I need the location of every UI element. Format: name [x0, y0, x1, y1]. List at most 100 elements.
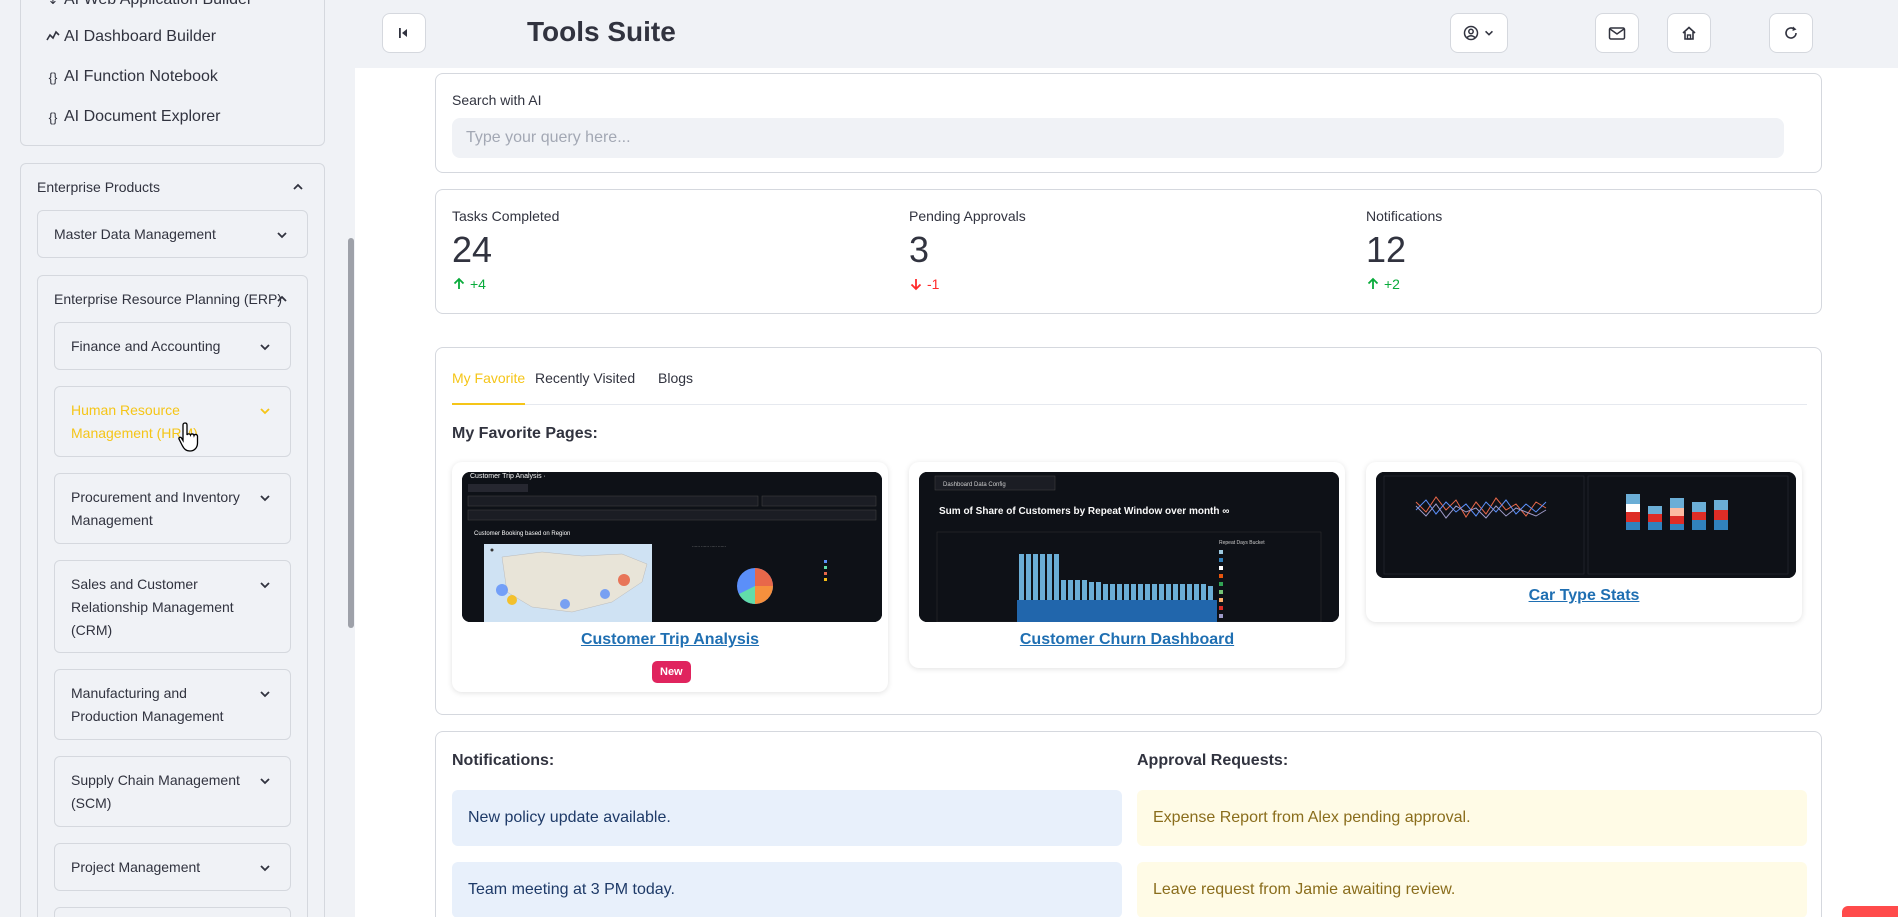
- search-card: Search with AI: [435, 73, 1822, 173]
- chevron-down-icon: [258, 491, 272, 505]
- thumbnail-customer-churn-dashboard[interactable]: Dashboard Data Config Sum of Share of Cu…: [919, 472, 1339, 622]
- sidebar-link-ai-document-explorer[interactable]: {} AI Document Explorer: [46, 108, 221, 126]
- metric-delta: +2: [1366, 276, 1442, 292]
- master-data-management-expander[interactable]: Master Data Management: [37, 210, 308, 258]
- expander-label: Supply Chain Management (SCM): [71, 772, 240, 811]
- braces-icon: {}: [48, 69, 58, 85]
- search-label: Search with AI: [452, 92, 542, 108]
- favorite-card: Customer Trip Analysis · Customer Bookin…: [452, 462, 888, 692]
- metric-delta-value: +4: [470, 276, 486, 292]
- sidebar-scrollbar[interactable]: [348, 238, 354, 628]
- favorites-card: My Favorite Recently Visited Blogs My Fa…: [435, 347, 1822, 715]
- hrm-expander[interactable]: Human Resource Management (HRM): [54, 386, 291, 457]
- sidebar-link-ai-dashboard-builder[interactable]: AI Dashboard Builder: [46, 28, 216, 46]
- manufacturing-production-expander[interactable]: Manufacturing and Production Management: [54, 669, 291, 740]
- home-button[interactable]: [1667, 13, 1711, 53]
- svg-text:Repeat Days Bucket: Repeat Days Bucket: [1219, 540, 1265, 546]
- approval-item: Expense Report from Alex pending approva…: [1137, 790, 1807, 846]
- metric-tasks-completed: Tasks Completed 24 +4: [452, 208, 559, 292]
- project-management-expander[interactable]: Project Management: [54, 843, 291, 891]
- favorite-link-customer-churn-dashboard[interactable]: Customer Churn Dashboard: [909, 631, 1345, 649]
- tab-bar: My Favorite Recently Visited Blogs: [452, 371, 1807, 405]
- sidebar-link-ai-function-notebook[interactable]: {} AI Function Notebook: [46, 68, 218, 86]
- new-badge: New: [652, 661, 691, 683]
- arrow-down-icon: [910, 279, 922, 291]
- notifications-approvals-card: Notifications: Approval Requests: New po…: [435, 731, 1822, 917]
- favorite-card: Car Type Stats: [1366, 462, 1802, 622]
- favorites-heading: My Favorite Pages:: [452, 425, 598, 442]
- expander-label: Project Management: [71, 859, 201, 875]
- expander-label: Sales and Customer Relationship Manageme…: [71, 576, 234, 638]
- metric-pending-approvals: Pending Approvals 3 -1: [909, 208, 1026, 292]
- braces-icon: {}: [48, 109, 58, 125]
- chevron-up-icon[interactable]: [291, 180, 305, 194]
- favorite-link-customer-trip-analysis[interactable]: Customer Trip Analysis: [452, 631, 888, 649]
- metric-delta: +4: [452, 276, 559, 292]
- chevron-down-icon: [258, 340, 272, 354]
- chevron-down-icon: [1485, 30, 1493, 36]
- chevron-down-icon: [258, 861, 272, 875]
- expander-label: Finance and Accounting: [71, 338, 221, 354]
- chart-line-icon: [46, 30, 60, 45]
- thumbnail-car-type-stats[interactable]: [1376, 472, 1796, 578]
- enterprise-products-header[interactable]: Enterprise Products: [37, 179, 160, 195]
- thumb-subtitle: Customer Booking based on Region: [474, 531, 570, 537]
- notifications-heading: Notifications:: [452, 752, 555, 769]
- metric-delta-value: -1: [927, 276, 940, 292]
- next-expander[interactable]: [54, 907, 291, 917]
- sales-crm-expander[interactable]: Sales and Customer Relationship Manageme…: [54, 560, 291, 653]
- finance-accounting-expander[interactable]: Finance and Accounting: [54, 322, 291, 370]
- expander-label: Human Resource Management (HRM): [71, 402, 198, 441]
- approval-item: Leave request from Jamie awaiting review…: [1137, 862, 1807, 917]
- notification-item: New policy update available.: [452, 790, 1122, 846]
- metric-label: Notifications: [1366, 208, 1443, 224]
- supply-chain-expander[interactable]: Supply Chain Management (SCM): [54, 756, 291, 827]
- thumb-config-label: Dashboard Data Config: [943, 482, 1006, 488]
- thumb-title: Sum of Share of Customers by Repeat Wind…: [939, 506, 1229, 517]
- metrics-card: Tasks Completed 24 +4 Pending Approvals …: [435, 189, 1822, 314]
- chevron-down-icon: [275, 228, 289, 242]
- tab-recently-visited[interactable]: Recently Visited: [535, 371, 635, 405]
- arrow-up-icon: [453, 277, 465, 289]
- sidebar: ⇣ AI Web Application Builder AI Dashboar…: [0, 0, 355, 917]
- arrow-up-icon: [1367, 277, 1379, 289]
- chevron-down-icon: [258, 404, 272, 418]
- refresh-icon: [1785, 26, 1797, 39]
- metric-value: 3: [909, 229, 930, 270]
- metric-label: Pending Approvals: [909, 208, 1026, 224]
- metric-label: Tasks Completed: [452, 208, 560, 224]
- procurement-inventory-expander[interactable]: Procurement and Inventory Management: [54, 473, 291, 544]
- notification-item: Team meeting at 3 PM today.: [452, 862, 1122, 917]
- home-icon: [1682, 26, 1696, 40]
- chevron-down-icon: [258, 578, 272, 592]
- metric-value: 12: [1366, 229, 1407, 270]
- hand-cursor-icon: [176, 421, 204, 453]
- chevron-down-icon: [258, 774, 272, 788]
- refresh-button[interactable]: [1769, 13, 1813, 53]
- favorite-link-car-type-stats[interactable]: Car Type Stats: [1366, 587, 1802, 605]
- svg-text:······ ······ ····· ······: ······ ······ ····· ······: [692, 544, 726, 549]
- tab-my-favorite[interactable]: My Favorite: [452, 371, 526, 405]
- erp-expander-label[interactable]: Enterprise Resource Planning (ERP): [54, 288, 282, 311]
- search-input[interactable]: [452, 118, 1784, 158]
- expander-label: Manufacturing and Production Management: [71, 685, 224, 724]
- dashboard-preview-image: Dashboard Data Config Sum of Share of Cu…: [919, 472, 1339, 622]
- metric-value: 24: [452, 229, 493, 270]
- metric-delta-value: +2: [1384, 276, 1400, 292]
- user-menu-button[interactable]: [1450, 13, 1508, 53]
- toast-edge[interactable]: [1842, 906, 1898, 917]
- mail-icon: [1608, 27, 1626, 40]
- metric-notifications: Notifications 12 +2: [1366, 208, 1442, 292]
- dashboard-preview-image: Customer Trip Analysis · Customer Bookin…: [462, 472, 882, 622]
- approvals-heading: Approval Requests:: [1137, 752, 1289, 769]
- thumbnail-customer-trip-analysis[interactable]: Customer Trip Analysis · Customer Bookin…: [462, 472, 882, 622]
- thumb-title: Customer Trip Analysis ·: [470, 473, 546, 480]
- tab-blogs[interactable]: Blogs: [658, 371, 693, 405]
- sidebar-link-ai-web-app-builder[interactable]: ⇣ AI Web Application Builder: [46, 0, 253, 9]
- chevron-up-icon[interactable]: [275, 292, 289, 306]
- collapse-sidebar-button[interactable]: [382, 13, 426, 53]
- dashboard-preview-image: [1376, 472, 1796, 578]
- mail-button[interactable]: [1595, 13, 1639, 53]
- favorite-card: Dashboard Data Config Sum of Share of Cu…: [909, 462, 1345, 668]
- collapse-arrow-icon: [399, 28, 407, 38]
